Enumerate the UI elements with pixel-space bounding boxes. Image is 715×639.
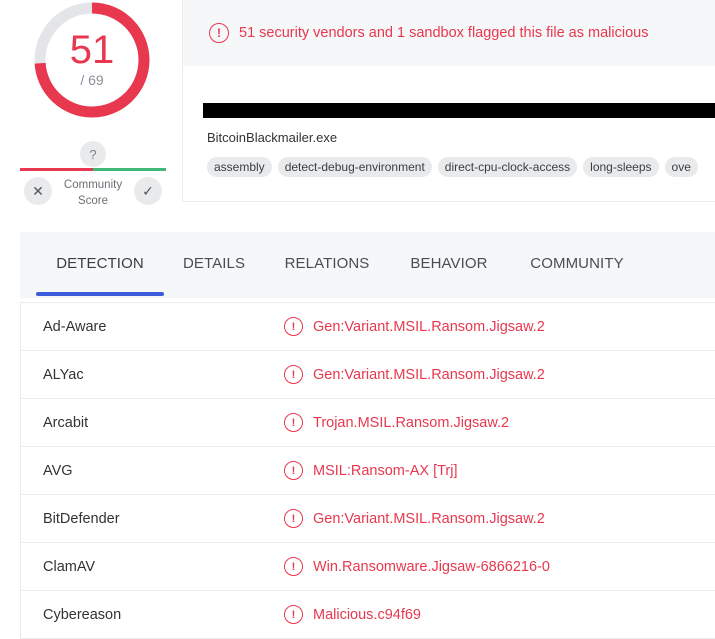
malicious-alert-icon: ! [284,605,303,624]
table-row: Cybereason ! Malicious.c94f69 [21,591,715,639]
tag-chip[interactable]: ove [664,157,698,177]
file-name: BitcoinBlackmailer.exe [207,130,338,145]
engine-total: / 69 [80,72,104,88]
engine-name: Cybereason [43,606,122,623]
file-summary-card: ! 51 security vendors and 1 sandbox flag… [182,0,715,202]
community-label-line2: Score [77,195,109,207]
detection-label: Gen:Variant.MSIL.Ransom.Jigsaw.2 [313,318,545,335]
tab-community[interactable]: COMMUNITY [516,232,638,295]
malicious-alert-icon: ! [284,365,303,384]
table-row: ClamAV ! Win.Ransomware.Jigsaw-6866216-0 [21,543,715,591]
tag-chip[interactable]: detect-debug-environment [277,157,432,177]
detection-label: Win.Ransomware.Jigsaw-6866216-0 [313,558,550,575]
vote-harmless-button[interactable]: ✓ [134,177,162,205]
report-tabs: DETECTION DETAILS RELATIONS BEHAVIOR COM… [20,232,715,298]
detection-score-widget: 51 / 69 ? ✕ Community Score ✓ [0,0,180,215]
tag-chip[interactable]: direct-cpu-clock-access [437,157,578,177]
detection-result: ! MSIL:Ransom-AX [Trj] [284,461,458,480]
tab-behavior[interactable]: BEHAVIOR [396,232,502,295]
community-question-icon[interactable]: ? [80,141,106,167]
file-tags: assembly detect-debug-environment direct… [207,157,715,177]
detection-label: Gen:Variant.MSIL.Ransom.Jigsaw.2 [313,510,545,527]
detection-result: ! Win.Ransomware.Jigsaw-6866216-0 [284,557,550,576]
malicious-alert-icon: ! [284,413,303,432]
community-bar-positive [93,168,166,171]
engine-name: Ad-Aware [43,318,107,335]
detection-label: MSIL:Ransom-AX [Trj] [313,462,458,479]
detection-result: ! Gen:Variant.MSIL.Ransom.Jigsaw.2 [284,317,545,336]
detection-label: Malicious.c94f69 [313,606,421,623]
tag-chip[interactable]: long-sleeps [583,157,659,177]
detection-table: Ad-Aware ! Gen:Variant.MSIL.Ransom.Jigsa… [20,302,715,639]
detection-result: ! Malicious.c94f69 [284,605,421,624]
detection-label: Trojan.MSIL.Ransom.Jigsaw.2 [313,414,510,431]
redacted-hash-bar [203,103,715,118]
malicious-alert-banner: ! 51 security vendors and 1 sandbox flag… [183,0,715,66]
tab-details[interactable]: DETAILS [170,232,258,295]
alert-text: 51 security vendors and 1 sandbox flagge… [239,25,649,41]
malicious-alert-icon: ! [284,557,303,576]
detection-label: Gen:Variant.MSIL.Ransom.Jigsaw.2 [313,366,545,383]
detection-result: ! Gen:Variant.MSIL.Ransom.Jigsaw.2 [284,365,545,384]
engine-name: ClamAV [43,558,96,575]
vote-harmful-button[interactable]: ✕ [24,177,52,205]
table-row: BitDefender ! Gen:Variant.MSIL.Ransom.Ji… [21,495,715,543]
table-row: Arcabit ! Trojan.MSIL.Ransom.Jigsaw.2 [21,399,715,447]
community-label-line1: Community [63,179,123,191]
detection-result: ! Trojan.MSIL.Ransom.Jigsaw.2 [284,413,509,432]
table-row: ALYac ! Gen:Variant.MSIL.Ransom.Jigsaw.2 [21,351,715,399]
community-score-label: Community Score [58,177,128,209]
table-row: AVG ! MSIL:Ransom-AX [Trj] [21,447,715,495]
engine-name: Arcabit [43,414,89,431]
malicious-alert-icon: ! [284,509,303,528]
engine-name: ALYac [43,366,84,383]
active-tab-indicator [36,292,164,296]
alert-exclamation-icon: ! [209,23,229,43]
engine-name: BitDefender [43,510,120,527]
malicious-alert-icon: ! [284,317,303,336]
detection-count: 51 [69,28,115,72]
community-bar-negative [20,168,93,171]
detection-result: ! Gen:Variant.MSIL.Ransom.Jigsaw.2 [284,509,545,528]
malicious-alert-icon: ! [284,461,303,480]
tab-detection[interactable]: DETECTION [36,232,164,295]
table-row: Ad-Aware ! Gen:Variant.MSIL.Ransom.Jigsa… [21,303,715,351]
community-score-bar [20,168,166,171]
engine-name: AVG [43,462,73,479]
tab-relations[interactable]: RELATIONS [272,232,382,295]
tag-chip[interactable]: assembly [207,157,272,177]
